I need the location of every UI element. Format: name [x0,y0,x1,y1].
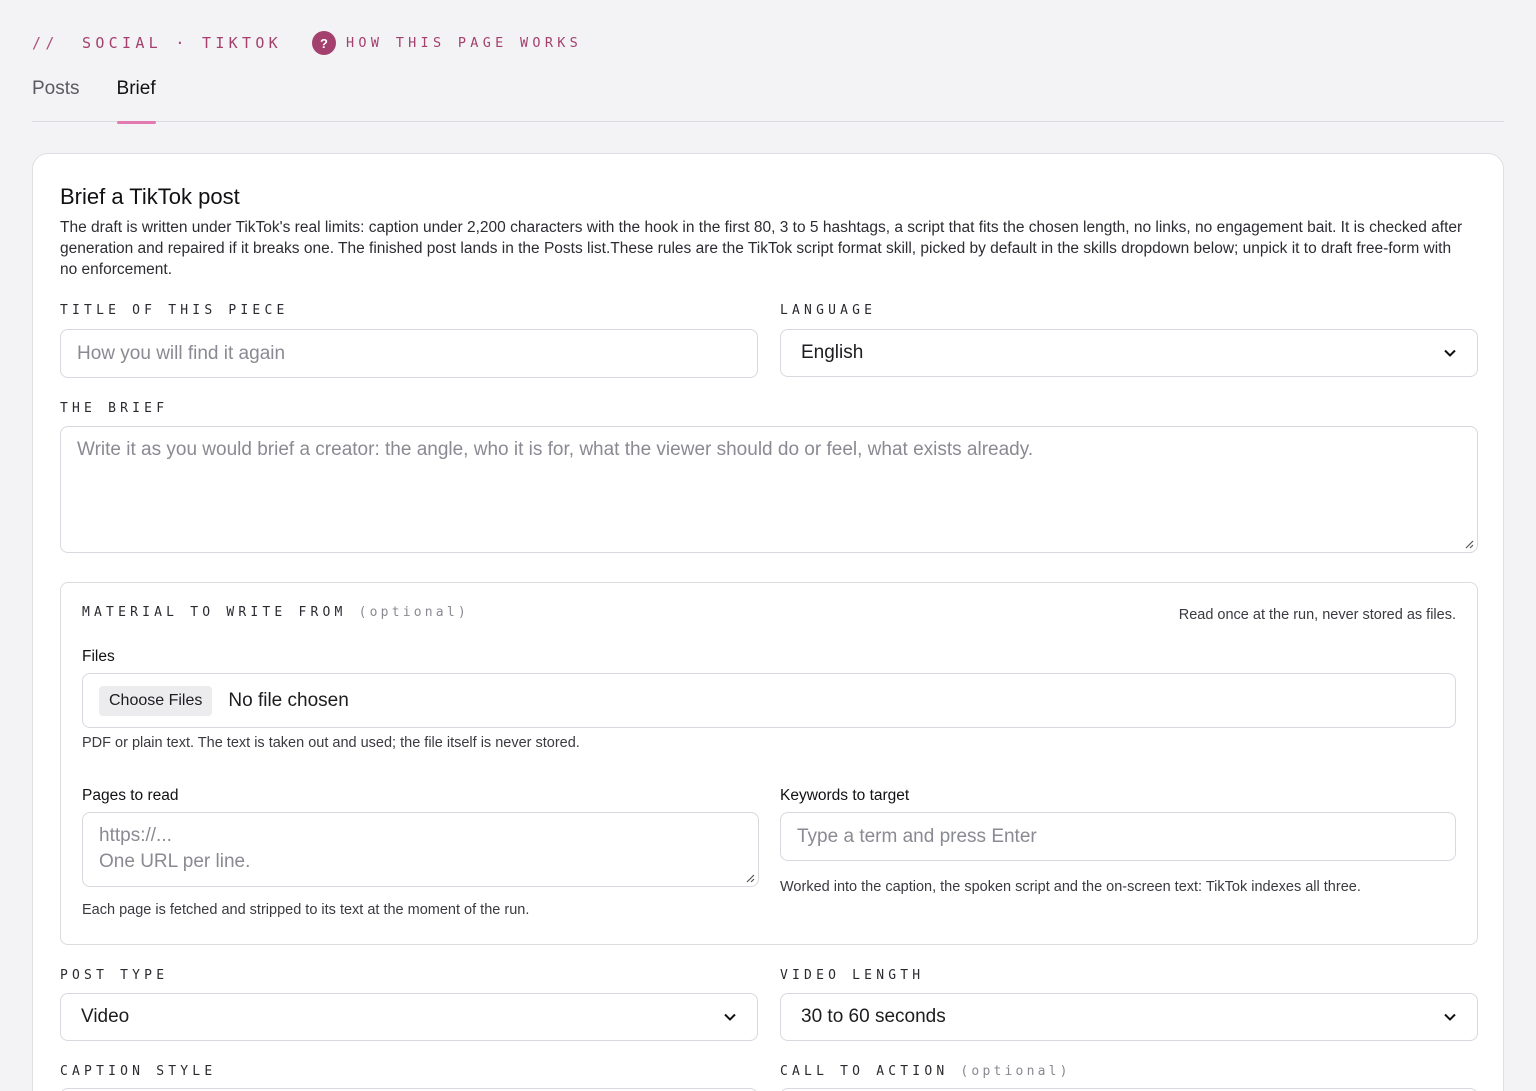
post-type-label: POST TYPE [60,968,169,983]
material-optional: (optional) [358,605,469,620]
resize-handle-icon[interactable] [1464,539,1474,549]
material-label: MATERIAL TO WRITE FROM (optional) [82,605,469,620]
pages-placeholder-line2: One URL per line. [99,851,251,872]
video-length-select[interactable]: 30 to 60 seconds [780,993,1478,1041]
chevron-down-icon [1444,1013,1456,1021]
language-select[interactable]: English [780,329,1478,377]
title-input[interactable]: How you will find it again [60,329,758,378]
card-description: The draft is written under TikTok's real… [60,219,1463,278]
page-header: // SOCIAL · TIKTOK ? HOW THIS PAGE WORKS [32,30,582,56]
pages-textarea[interactable]: https://... One URL per line. [82,812,759,887]
brief-textarea[interactable]: Write it as you would brief a creator: t… [60,426,1478,553]
resize-handle-icon[interactable] [745,873,755,883]
file-input[interactable]: Choose Files No file chosen [82,673,1456,728]
brief-card: Brief a TikTok post The draft is written… [32,153,1504,1091]
files-label: Files [82,648,115,665]
post-type-select[interactable]: Video [60,993,758,1041]
brief-label: THE BRIEF [60,401,169,416]
keywords-label: Keywords to target [780,787,910,804]
caption-style-label: CAPTION STYLE [60,1064,217,1079]
title-label: TITLE OF THIS PIECE [60,303,289,318]
video-length-label: VIDEO LENGTH [780,968,925,983]
files-help: PDF or plain text. The text is taken out… [82,735,580,751]
breadcrumb: // SOCIAL · TIKTOK [32,34,282,52]
pages-placeholder-line1: https://... [99,825,172,846]
material-note: Read once at the run, never stored as fi… [1178,607,1456,623]
cta-label: CALL TO ACTION (optional) [780,1064,1071,1079]
keywords-placeholder: Type a term and press Enter [797,825,1037,847]
breadcrumb-label: SOCIAL · TIKTOK [82,34,282,52]
how-page-works-label: HOW THIS PAGE WORKS [345,35,583,51]
tab-posts[interactable]: Posts [32,74,80,122]
tab-brief[interactable]: Brief [116,74,156,124]
video-length-value: 30 to 60 seconds [801,1006,946,1027]
chevron-down-icon [724,1013,736,1021]
cta-label-text: CALL TO ACTION [780,1064,949,1079]
pages-help: Each page is fetched and stripped to its… [82,902,530,918]
file-status: No file chosen [228,689,349,711]
brief-placeholder: Write it as you would brief a creator: t… [77,439,1034,460]
tab-bar: Posts Brief [32,74,1504,124]
chevron-down-icon [1444,349,1456,357]
material-label-text: MATERIAL TO WRITE FROM [82,605,347,620]
breadcrumb-slashes: // [32,34,59,52]
cta-optional: (optional) [960,1064,1071,1079]
how-page-works-link[interactable]: ? HOW THIS PAGE WORKS [311,31,583,55]
choose-files-button[interactable]: Choose Files [99,685,213,716]
keywords-help: Worked into the caption, the spoken scri… [780,879,1361,895]
keywords-input[interactable]: Type a term and press Enter [780,812,1456,861]
card-title: Brief a TikTok post [60,184,240,209]
language-label: LANGUAGE [780,303,877,318]
material-panel: MATERIAL TO WRITE FROM (optional) Read o… [60,582,1478,945]
post-type-value: Video [81,1006,130,1027]
title-placeholder: How you will find it again [77,342,286,364]
pages-label: Pages to read [82,787,179,804]
language-value: English [801,342,864,363]
question-mark-icon: ? [311,31,336,55]
